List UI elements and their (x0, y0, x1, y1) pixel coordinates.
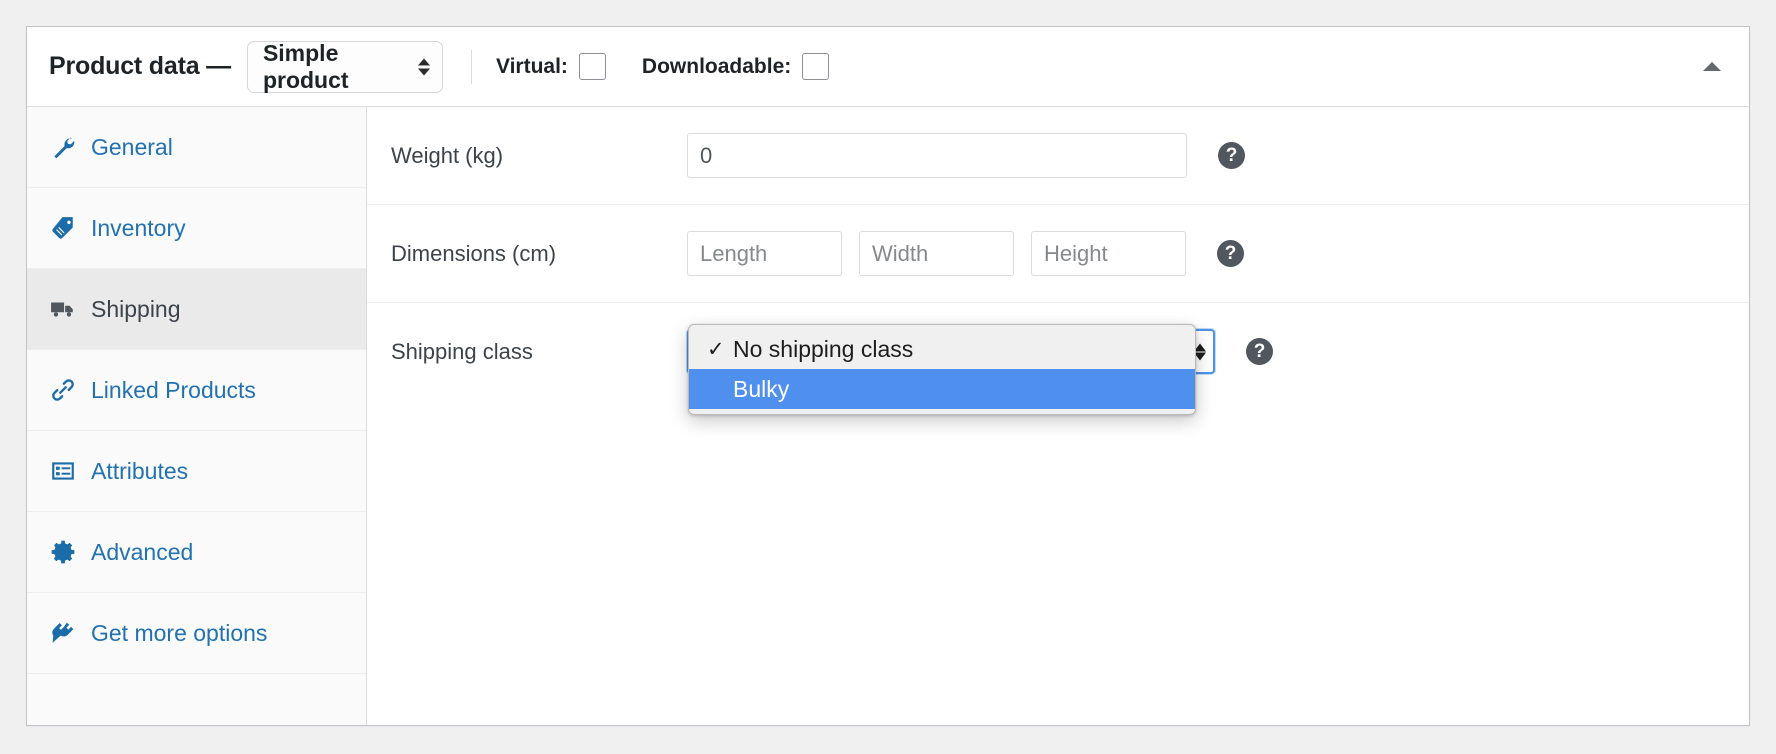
weight-section: Weight (kg) ? (367, 107, 1749, 205)
downloadable-checkbox[interactable] (802, 53, 830, 80)
sidebar-item-label: Get more options (91, 619, 268, 646)
dimensions-row: Dimensions (cm) ? (367, 231, 1749, 276)
gear-icon (49, 538, 77, 566)
sidebar-item-label: Linked Products (91, 376, 256, 403)
weight-input[interactable] (687, 133, 1187, 178)
product-type-select[interactable]: Simple product (246, 39, 443, 93)
weight-label: Weight (kg) (391, 142, 504, 168)
question-mark-icon[interactable]: ? (1218, 142, 1245, 169)
product-data-panel: Product data — Simple product Virtual: D… (26, 26, 1750, 726)
shipping-class-label: Shipping class (391, 338, 533, 364)
weight-row: Weight (kg) ? (367, 133, 1749, 178)
shipping-class-dropdown-menu: ✓ No shipping class Bulky (688, 324, 1196, 415)
shipping-class-row: Shipping class ✓ No shipping class Bulky… (367, 324, 1749, 415)
link-icon (49, 376, 77, 404)
dropdown-option-label: No shipping class (733, 335, 914, 362)
dimensions-label: Dimensions (cm) (391, 240, 557, 266)
length-input[interactable] (687, 231, 842, 276)
shipping-class-field: ✓ No shipping class Bulky (687, 324, 1215, 415)
truck-icon (49, 295, 77, 323)
dimensions-section: Dimensions (cm) ? (367, 205, 1749, 303)
wrench-icon (49, 133, 77, 161)
sidebar-item-linked-products[interactable]: Linked Products (27, 350, 366, 431)
question-mark-icon[interactable]: ? (1246, 338, 1273, 365)
panel-header: Product data — Simple product Virtual: D… (27, 27, 1749, 107)
sidebar-item-attributes[interactable]: Attributes (27, 431, 366, 512)
chevron-up-icon[interactable] (1697, 52, 1727, 82)
sidebar-item-advanced[interactable]: Advanced (27, 512, 366, 593)
plugin-icon (49, 619, 77, 647)
sidebar-item-shipping[interactable]: Shipping (27, 269, 366, 350)
sidebar-item-label: Advanced (91, 538, 194, 565)
dropdown-option-bulky[interactable]: Bulky (689, 369, 1195, 409)
virtual-checkbox-group: Virtual: (496, 53, 606, 80)
sidebar-item-label: General (91, 133, 173, 160)
stepper-arrows-icon (417, 58, 430, 75)
shipping-tab-panel: Weight (kg) ? Dimensions (cm) ? Ship (367, 107, 1749, 725)
header-divider (470, 49, 472, 84)
panel-body: General Inventory Shipping Linked Produc… (27, 107, 1749, 725)
downloadable-label: Downloadable: (641, 54, 792, 78)
virtual-label: Virtual: (495, 54, 568, 78)
dropdown-option-no-shipping-class[interactable]: ✓ No shipping class (689, 329, 1195, 369)
sidebar-item-inventory[interactable]: Inventory (27, 188, 366, 269)
sidebar-item-label: Inventory (91, 214, 186, 241)
page-title: Product data — (49, 52, 231, 80)
downloadable-checkbox-group: Downloadable: (641, 53, 830, 80)
question-mark-icon[interactable]: ? (1217, 240, 1244, 267)
height-input[interactable] (1031, 231, 1186, 276)
tag-icon (49, 214, 77, 242)
sidebar-item-general[interactable]: General (27, 107, 366, 188)
sidebar-item-label: Attributes (91, 457, 189, 484)
shipping-class-section: Shipping class ✓ No shipping class Bulky… (367, 303, 1749, 415)
dropdown-option-label: Bulky (733, 375, 790, 402)
product-data-tabs: General Inventory Shipping Linked Produc… (27, 107, 367, 725)
sidebar-item-get-more-options[interactable]: Get more options (27, 593, 366, 674)
sidebar-item-label: Shipping (91, 295, 181, 322)
product-type-selected-value: Simple product (262, 39, 349, 93)
list-card-icon (49, 457, 77, 485)
virtual-checkbox[interactable] (578, 53, 606, 80)
width-input[interactable] (859, 231, 1014, 276)
checkmark-icon: ✓ (707, 337, 725, 361)
